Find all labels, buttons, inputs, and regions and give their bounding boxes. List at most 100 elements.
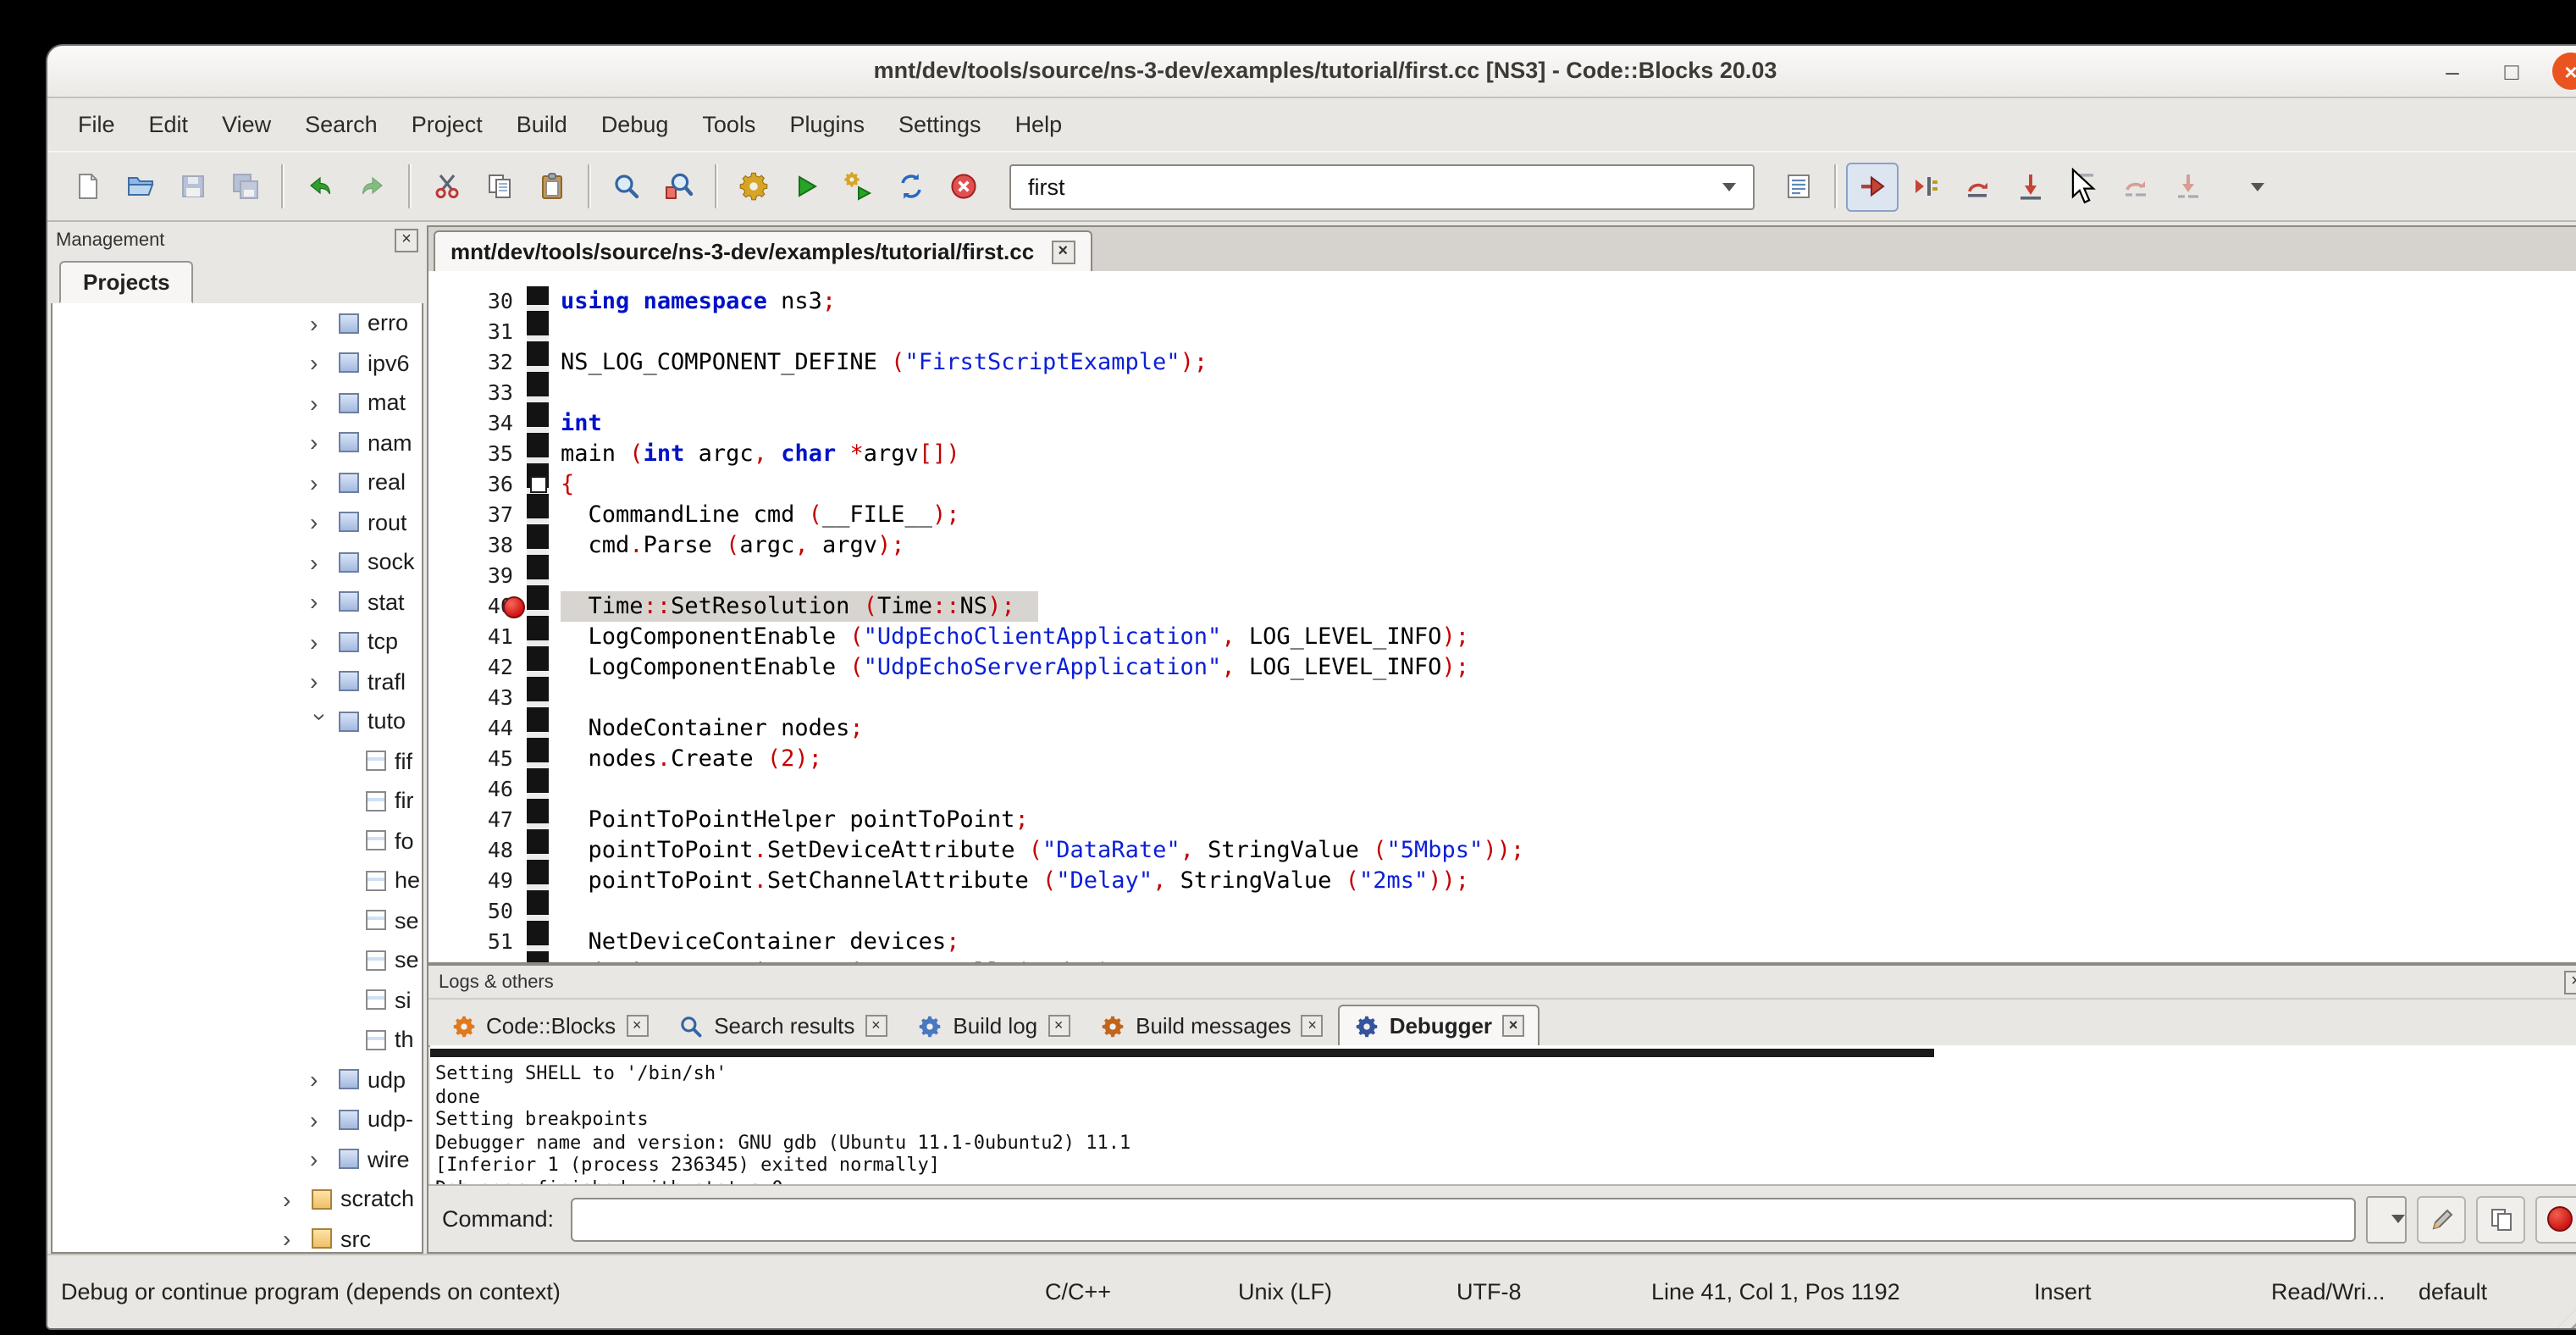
close-button[interactable]: ×	[2552, 53, 2576, 90]
chevron-right-icon[interactable]: ›	[310, 511, 332, 535]
copy-button[interactable]	[473, 162, 525, 211]
step-into-button[interactable]	[2004, 162, 2056, 211]
tree-item-tuto[interactable]: ›tuto	[53, 701, 422, 741]
menu-project[interactable]: Project	[395, 104, 500, 143]
file-list-button[interactable]	[1772, 162, 1824, 211]
log-tab-build-messages[interactable]: Build messages×	[1085, 1005, 1339, 1045]
code-line-40[interactable]: 40 Time::SetResolution (Time::NS);	[428, 591, 2576, 622]
code-line-49[interactable]: 49 pointToPoint.SetChannelAttribute ("De…	[428, 866, 2576, 896]
paste-button[interactable]	[525, 162, 578, 211]
next-line-button[interactable]	[1951, 162, 2004, 211]
tree-item-fif[interactable]: fif	[53, 741, 422, 781]
code-line-44[interactable]: 44 NodeContainer nodes;	[428, 713, 2576, 744]
stop-debugger-button[interactable]	[2535, 1195, 2576, 1243]
tree-item-fo[interactable]: fo	[53, 821, 422, 861]
chevron-right-icon[interactable]: ›	[310, 1108, 332, 1132]
chevron-right-icon[interactable]: ›	[310, 670, 332, 694]
chevron-right-icon[interactable]: ›	[310, 1068, 332, 1092]
code-line-34[interactable]: 34int	[428, 408, 2576, 439]
code-line-46[interactable]: 46	[428, 774, 2576, 805]
tree-item-tcp[interactable]: ›tcp	[53, 622, 422, 662]
close-icon[interactable]: ×	[1048, 1015, 1070, 1037]
log-output[interactable]: Setting SHELL to '/bin/sh'doneSetting br…	[430, 1045, 2576, 1188]
chevron-right-icon[interactable]: ›	[310, 431, 332, 455]
code-area[interactable]: 30using namespace ns3;3132NS_LOG_COMPONE…	[428, 271, 2576, 962]
tree-item-scratch[interactable]: ›scratch	[53, 1179, 422, 1219]
save-all-button[interactable]	[218, 162, 271, 211]
build-button[interactable]	[727, 162, 779, 211]
menu-search[interactable]: Search	[288, 104, 395, 143]
maximize-button[interactable]: □	[2493, 53, 2530, 90]
find-in-files-button[interactable]	[652, 162, 705, 211]
title-bar[interactable]: mnt/dev/tools/source/ns-3-dev/examples/t…	[47, 46, 2576, 98]
close-icon[interactable]: ×	[1502, 1015, 1524, 1037]
close-icon[interactable]: ×	[1302, 1015, 1324, 1037]
log-tab-debugger[interactable]: Debugger×	[1339, 1005, 1540, 1045]
tree-item-stat[interactable]: ›stat	[53, 582, 422, 622]
menu-edit[interactable]: Edit	[132, 104, 206, 143]
menu-view[interactable]: View	[205, 104, 288, 143]
chevron-right-icon[interactable]: ›	[283, 1188, 305, 1211]
tree-item-udp-[interactable]: ›udp-	[53, 1100, 422, 1139]
close-icon[interactable]: ×	[2564, 970, 2576, 994]
code-line-45[interactable]: 45 nodes.Create (2);	[428, 744, 2576, 774]
debug-continue-button[interactable]	[1846, 162, 1899, 211]
code-line-41[interactable]: 41 LogComponentEnable ("UdpEchoClientApp…	[428, 622, 2576, 652]
menu-plugins[interactable]: Plugins	[772, 104, 882, 143]
close-icon[interactable]: ×	[626, 1015, 648, 1037]
minimize-button[interactable]: –	[2434, 53, 2471, 90]
resize-grip[interactable]	[2557, 1284, 2576, 1328]
command-dropdown-button[interactable]	[2366, 1195, 2407, 1243]
code-line-32[interactable]: 32NS_LOG_COMPONENT_DEFINE ("FirstScriptE…	[428, 347, 2576, 378]
code-line-47[interactable]: 47 PointToPointHelper pointToPoint;	[428, 805, 2576, 835]
chevron-right-icon[interactable]: ›	[310, 590, 332, 614]
build-and-run-button[interactable]	[832, 162, 884, 211]
code-line-38[interactable]: 38 cmd.Parse (argc, argv);	[428, 530, 2576, 561]
chevron-down-icon[interactable]: ›	[309, 712, 333, 734]
chevron-right-icon[interactable]: ›	[310, 551, 332, 574]
menu-build[interactable]: Build	[500, 104, 584, 143]
log-tab-build-log[interactable]: Build log×	[902, 1005, 1085, 1045]
build-target-combobox[interactable]: first	[1009, 163, 1755, 209]
menu-file[interactable]: File	[61, 104, 132, 143]
chevron-right-icon[interactable]: ›	[310, 471, 332, 495]
open-file-button[interactable]	[113, 162, 166, 211]
code-line-33[interactable]: 33	[428, 378, 2576, 408]
code-line-36[interactable]: 36{	[428, 469, 2576, 500]
tree-item-fir[interactable]: fir	[53, 781, 422, 821]
run-to-cursor-button[interactable]	[1899, 162, 1951, 211]
run-button[interactable]	[779, 162, 832, 211]
close-icon[interactable]: ×	[395, 229, 418, 252]
chevron-right-icon[interactable]: ›	[310, 391, 332, 415]
code-line-51[interactable]: 51 NetDeviceContainer devices;	[428, 927, 2576, 957]
breakpoint-icon[interactable]	[503, 595, 525, 618]
redo-button[interactable]	[345, 162, 398, 211]
tree-item-nam[interactable]: ›nam	[53, 423, 422, 463]
tree-item-se[interactable]: se	[53, 900, 422, 940]
code-line-31[interactable]: 31	[428, 317, 2576, 347]
code-line-39[interactable]: 39	[428, 561, 2576, 591]
chevron-right-icon[interactable]: ›	[310, 352, 332, 375]
chevron-right-icon[interactable]: ›	[310, 1148, 332, 1172]
copy-log-button[interactable]	[2476, 1195, 2525, 1243]
find-button[interactable]	[600, 162, 652, 211]
tree-item-real[interactable]: ›real	[53, 463, 422, 502]
close-icon[interactable]: ×	[865, 1015, 887, 1037]
menu-tools[interactable]: Tools	[685, 104, 772, 143]
tree-item-se[interactable]: se	[53, 940, 422, 980]
tree-item-trafl[interactable]: ›trafl	[53, 662, 422, 701]
undo-button[interactable]	[293, 162, 345, 211]
tree-item-ipv6[interactable]: ›ipv6	[53, 343, 422, 383]
menu-settings[interactable]: Settings	[882, 104, 998, 143]
code-line-35[interactable]: 35main (int argc, char *argv[])	[428, 439, 2576, 469]
editor-tab-first-cc[interactable]: mnt/dev/tools/source/ns-3-dev/examples/t…	[434, 230, 1092, 271]
tree-item-mat[interactable]: ›mat	[53, 383, 422, 423]
pencil-button[interactable]	[2417, 1195, 2466, 1243]
tree-item-si[interactable]: si	[53, 980, 422, 1020]
rebuild-button[interactable]	[884, 162, 937, 211]
chevron-right-icon[interactable]: ›	[310, 630, 332, 654]
menu-help[interactable]: Help	[998, 104, 1080, 143]
code-line-30[interactable]: 30using namespace ns3;	[428, 286, 2576, 317]
tab-projects[interactable]: Projects	[59, 261, 194, 303]
log-tab-code-blocks[interactable]: Code::Blocks×	[435, 1005, 663, 1045]
